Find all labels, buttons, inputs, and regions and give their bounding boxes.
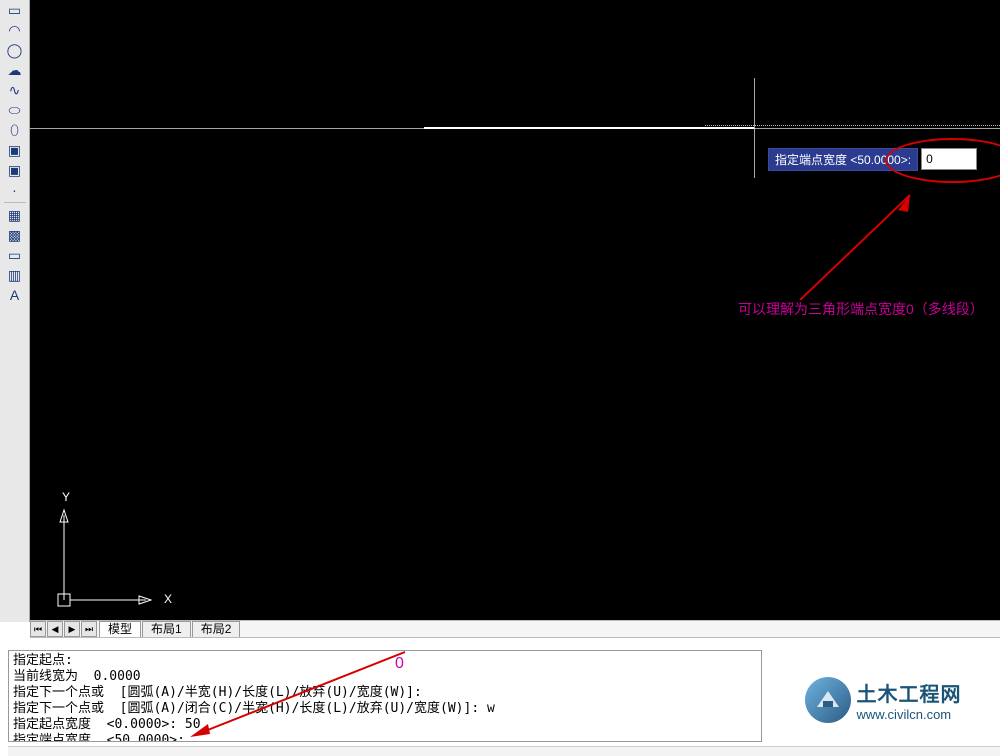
- cmd-line-5: 指定起点宽度 <0.0000>: 50: [13, 717, 201, 732]
- tab-nav-first[interactable]: ⏮: [30, 621, 46, 637]
- tab-layout1[interactable]: 布局1: [142, 621, 191, 637]
- tab-model[interactable]: 模型: [99, 621, 141, 637]
- cmd-line-6: 指定端点宽度 <50.0000>:: [13, 733, 185, 742]
- command-history-panel: 指定起点: 当前线宽为 0.0000 指定下一个点或 [圆弧(A)/半宽(H)/…: [8, 650, 762, 742]
- tool-ellipse-arc[interactable]: ⬯: [5, 120, 25, 140]
- tutorial-arrow-icon: [790, 190, 950, 300]
- tab-nav-last[interactable]: ⏭: [81, 621, 97, 637]
- watermark-title: 土木工程网: [857, 678, 962, 707]
- toolbar-separator: [4, 202, 26, 203]
- tutorial-zero-overlay: 0: [395, 655, 404, 673]
- tool-ellipse[interactable]: ⬭: [5, 100, 25, 120]
- tool-region[interactable]: ▭: [5, 245, 25, 265]
- cmd-line-3: 指定下一个点或 [圆弧(A)/半宽(H)/长度(L)/放弃(U)/宽度(W)]:: [13, 685, 422, 700]
- crosshair-horizontal: [30, 128, 1000, 129]
- draw-toolbar: ▭ ◠ ◯ ☁ ∿ ⬭ ⬯ ▣ ▣ · ▦ ▩ ▭ ▥ A: [0, 0, 30, 622]
- tool-revcloud[interactable]: ☁: [5, 60, 25, 80]
- crosshair-vertical: [754, 78, 755, 178]
- cmd-line-4: 指定下一个点或 [圆弧(A)/闭合(C)/半宽(H)/长度(L)/放弃(U)/宽…: [13, 701, 495, 716]
- tool-rectangle[interactable]: ▭: [5, 0, 25, 20]
- ucs-x-label: X: [164, 592, 172, 606]
- tool-spline[interactable]: ∿: [5, 80, 25, 100]
- watermark-url: www.civilcn.com: [857, 707, 962, 722]
- tool-point[interactable]: ·: [5, 180, 25, 200]
- watermark-logo-icon: [805, 677, 851, 723]
- cmd-line-1: 指定起点:: [13, 653, 73, 668]
- command-line-bar[interactable]: [8, 746, 1000, 756]
- tab-layout2[interactable]: 布局2: [192, 621, 241, 637]
- ucs-y-label: Y: [62, 490, 70, 504]
- tutorial-highlight-ellipse: [885, 138, 1000, 183]
- cmd-line-2: 当前线宽为 0.0000: [13, 669, 141, 684]
- tool-hatch[interactable]: ▦: [5, 205, 25, 225]
- ucs-icon: Y X: [46, 490, 166, 610]
- drawing-canvas[interactable]: 指定端点宽度 <50.0000>: 可以理解为三角形端点宽度0（多线段） Y X: [30, 0, 1000, 620]
- tool-arc[interactable]: ◠: [5, 20, 25, 40]
- layout-tabs-bar: ⏮ ◀ ▶ ⏭ 模型 布局1 布局2: [30, 620, 1000, 638]
- watermark-logo: 土木工程网 www.civilcn.com: [778, 670, 988, 730]
- tutorial-annotation-text: 可以理解为三角形端点宽度0（多线段）: [738, 299, 984, 319]
- tool-gradient[interactable]: ▩: [5, 225, 25, 245]
- tool-table[interactable]: ▥: [5, 265, 25, 285]
- tab-nav-prev[interactable]: ◀: [47, 621, 63, 637]
- tool-make-block[interactable]: ▣: [5, 160, 25, 180]
- tool-circle[interactable]: ◯: [5, 40, 25, 60]
- tab-nav-next[interactable]: ▶: [64, 621, 80, 637]
- tool-insert-block[interactable]: ▣: [5, 140, 25, 160]
- polar-track-line: [705, 125, 1000, 126]
- tool-mtext[interactable]: A: [5, 285, 25, 305]
